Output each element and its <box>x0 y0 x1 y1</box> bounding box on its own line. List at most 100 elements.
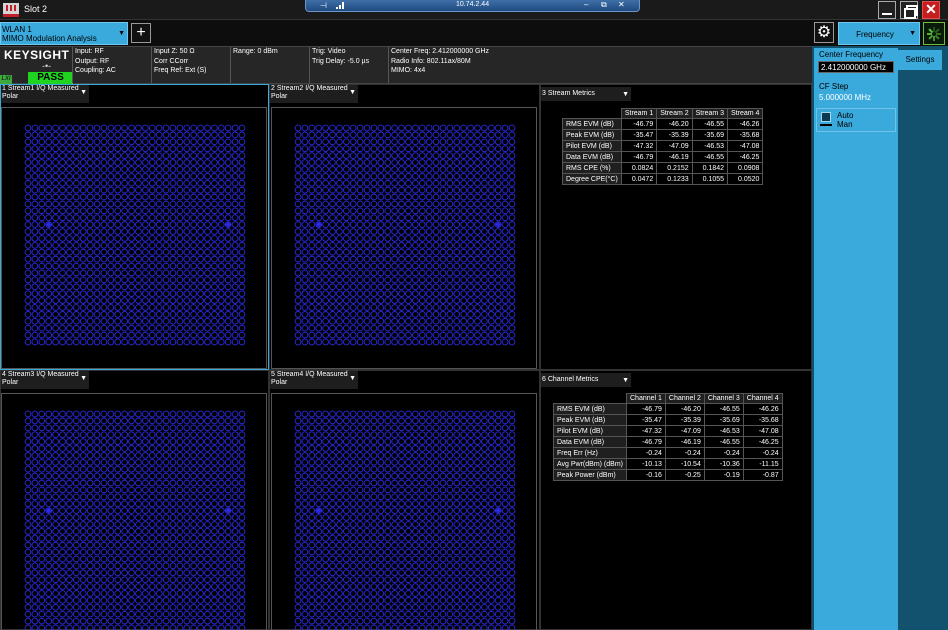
constellation-point <box>508 317 516 325</box>
constellation-point <box>100 569 108 577</box>
constellation-point <box>100 324 108 332</box>
constellation-point <box>487 438 495 445</box>
constellation-point <box>494 576 502 584</box>
metric-value: -46.26 <box>727 118 764 130</box>
constellation-point <box>494 297 502 304</box>
constellation-point <box>349 255 357 263</box>
constellation-point <box>412 493 419 501</box>
minimize-button[interactable] <box>878 1 896 19</box>
gear-icon[interactable]: ⚙ <box>814 22 834 43</box>
cf-step-control[interactable]: CF Step 5.000000 MHz <box>816 82 896 106</box>
constellation-point <box>398 541 405 549</box>
window-1-header[interactable]: 1 Stream1 I/Q Measured Polar ▼ <box>1 85 89 103</box>
constellation-point <box>45 124 53 132</box>
constellation-point <box>356 242 364 249</box>
frequency-menu-button[interactable]: Frequency ▼ <box>838 22 920 45</box>
center-frequency-control[interactable]: Center Frequency 2.412000000 GHz <box>816 50 896 78</box>
radio-info[interactable]: Center Freq: 2.412000000 GHz Radio Info:… <box>388 47 578 83</box>
constellation-point <box>162 472 170 480</box>
constellation-point <box>425 603 433 611</box>
mode-tab-wlan[interactable]: WLAN 1 MIMO Modulation Analysis ▼ <box>0 22 128 45</box>
constellation-point <box>342 276 350 284</box>
constellation-point <box>363 576 371 584</box>
constellation-point <box>363 207 371 215</box>
constellation-point <box>52 317 59 325</box>
input-info[interactable]: Input: RF Output: RF Coupling: AC <box>72 47 150 83</box>
constellation-point <box>100 465 108 473</box>
constellation-point <box>460 562 468 570</box>
remote-restore-button[interactable]: ⧉ <box>601 0 607 10</box>
window-channel-metrics[interactable]: 6 Channel Metrics ▼ Channel 1 Channel 2 Ch… <box>540 370 812 630</box>
constellation-point <box>481 290 488 298</box>
constellation-point <box>86 304 94 311</box>
man-option[interactable]: Man <box>837 120 853 129</box>
window-6-header[interactable]: 6 Channel Metrics ▼ <box>541 373 631 387</box>
window-3-header[interactable]: 3 Stream Metrics ▼ <box>541 87 631 101</box>
constellation-point <box>72 569 80 577</box>
constellation-point <box>405 507 412 515</box>
constellation-point <box>142 562 149 570</box>
close-button[interactable]: ✕ <box>922 1 940 19</box>
constellation-point <box>356 445 364 452</box>
cf-step-auto-man-toggle[interactable]: Auto Man <box>816 108 896 132</box>
constellation-point <box>508 458 516 466</box>
constellation-point <box>190 590 198 597</box>
constellation-point <box>45 548 53 556</box>
constellation-point <box>412 152 419 159</box>
window-stream3-iq[interactable]: 4 Stream3 I/Q Measured Polar ▼ <box>0 370 269 630</box>
constellation-point <box>238 124 246 132</box>
constellation-point <box>38 617 46 625</box>
constellation-point <box>66 200 73 208</box>
center-frequency-input[interactable]: 2.412000000 GHz <box>818 61 894 73</box>
constellation-point <box>190 221 198 229</box>
window-5-header[interactable]: 5 Stream4 I/Q Measured Polar ▼ <box>270 371 358 389</box>
constellation-point <box>38 283 46 291</box>
constellation-point <box>52 410 59 418</box>
constellation-point <box>38 555 46 563</box>
constellation-point <box>467 255 474 263</box>
restore-button[interactable] <box>900 1 918 19</box>
constellation-point <box>31 507 39 515</box>
settings-tab[interactable]: Settings <box>898 50 942 70</box>
frequency-menu-label: Frequency <box>856 30 894 39</box>
constellation-point <box>114 214 122 222</box>
add-tab-button[interactable]: + <box>131 23 151 43</box>
constellation-point <box>204 555 211 563</box>
constellation-point <box>336 193 343 201</box>
constellation-point <box>342 590 350 597</box>
pin-icon[interactable]: ⊣ <box>320 1 327 10</box>
busy-indicator-icon[interactable] <box>923 22 945 45</box>
constellation-point <box>336 548 343 556</box>
constellation-point <box>467 431 474 439</box>
window-2-header[interactable]: 2 Stream2 I/Q Measured Polar ▼ <box>270 85 358 103</box>
auto-option[interactable]: Auto <box>837 111 853 120</box>
constellation-point <box>349 445 357 452</box>
constellation-point <box>467 324 474 332</box>
constellation-point <box>315 200 323 208</box>
constellation-point <box>487 514 495 521</box>
constellation-point <box>121 514 129 521</box>
window-stream-metrics[interactable]: 3 Stream Metrics ▼ Stream 1 Stream 2 Strea… <box>540 84 812 370</box>
constellation-point <box>169 452 177 459</box>
constellation-point <box>107 465 115 473</box>
remote-minimize-button[interactable]: – <box>584 0 588 9</box>
constellation-point <box>439 152 447 159</box>
correction-info[interactable]: Input Z: 50 Ω Corr CCorr Freq Ref: Ext (… <box>151 47 229 83</box>
range-info[interactable]: Range: 0 dBm <box>230 47 308 83</box>
constellation-point <box>301 576 309 584</box>
constellation-point <box>391 317 399 325</box>
cf-step-value[interactable]: 5.000000 MHz <box>819 92 896 104</box>
constellation-point <box>425 200 433 208</box>
constellation-point <box>370 603 378 611</box>
window-stream2-iq[interactable]: 2 Stream2 I/Q Measured Polar ▼ <box>269 84 540 370</box>
window-stream4-iq[interactable]: 5 Stream4 I/Q Measured Polar ▼ <box>269 370 540 630</box>
window-stream1-iq[interactable]: 1 Stream1 I/Q Measured Polar ▼ <box>0 84 269 370</box>
remote-close-button[interactable]: ✕ <box>618 0 625 9</box>
constellation-point <box>217 541 225 549</box>
constellation-point <box>224 193 232 201</box>
constellation-point <box>508 179 516 187</box>
trigger-info[interactable]: Trig: Video Trig Delay: -5.0 µs <box>309 47 387 83</box>
constellation-point <box>501 338 509 346</box>
constellation-point <box>329 472 336 480</box>
window-4-header[interactable]: 4 Stream3 I/Q Measured Polar ▼ <box>1 371 89 389</box>
